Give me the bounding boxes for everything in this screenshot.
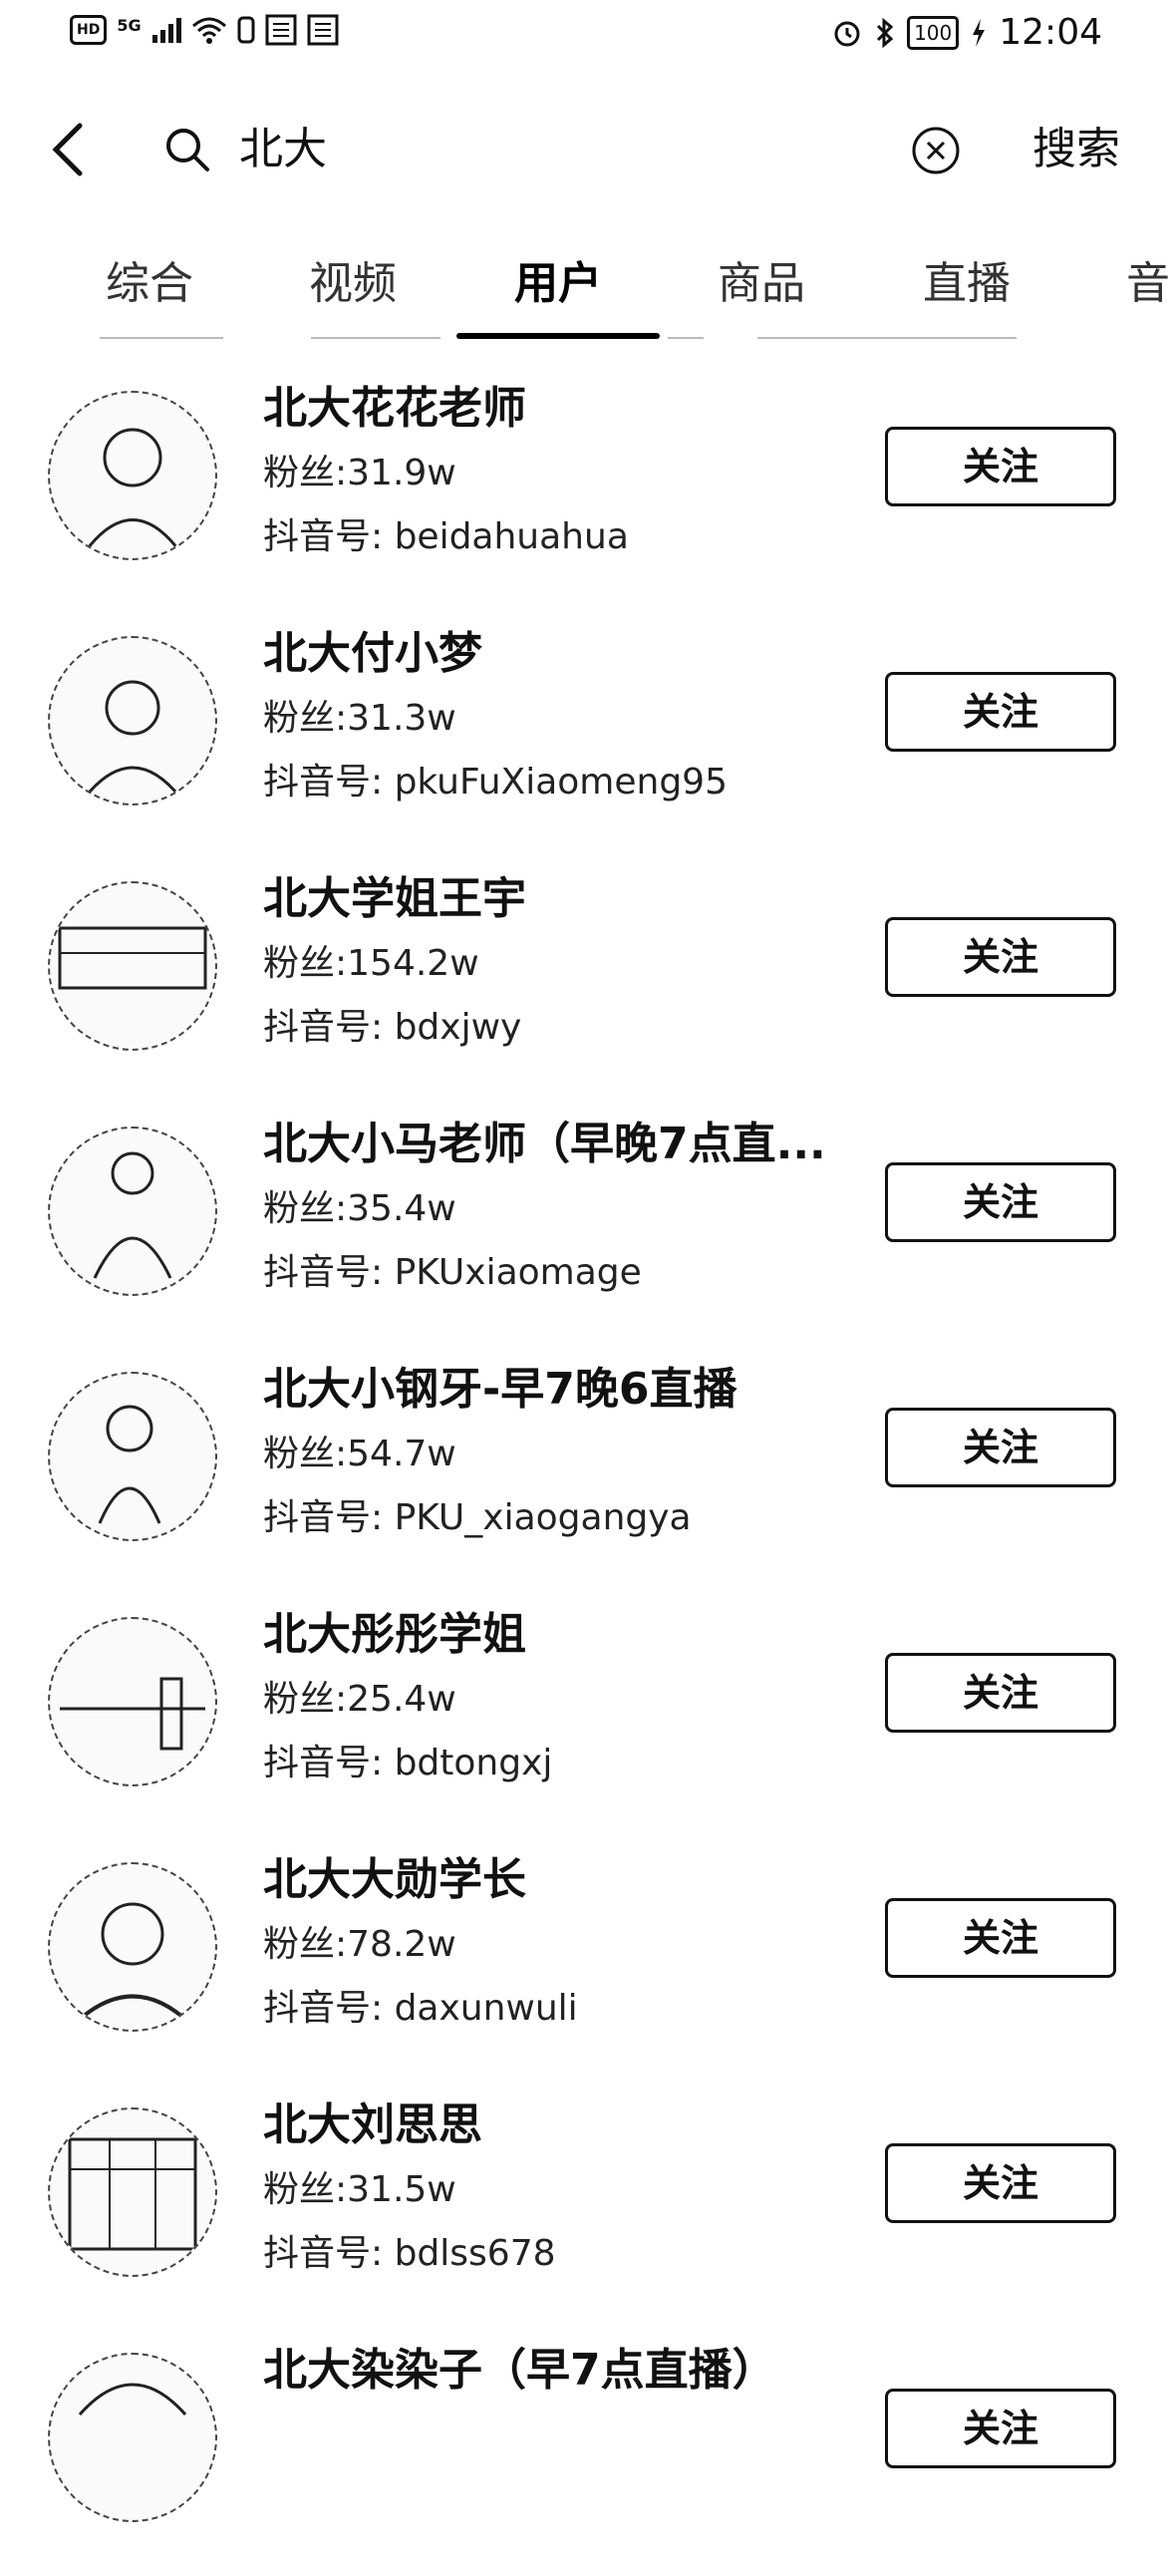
avatar[interactable] <box>48 881 217 1051</box>
avatar[interactable] <box>48 1862 217 2032</box>
follow-button[interactable]: 关注 <box>885 1898 1116 1978</box>
tab-live[interactable]: 直播 <box>923 249 1011 319</box>
douyin-id: 抖音号: PKU_xiaogangya <box>263 1497 692 1538</box>
fan-count: 粉丝:31.5w <box>263 2169 456 2210</box>
follow-button[interactable]: 关注 <box>885 1653 1116 1733</box>
follow-button[interactable]: 关注 <box>885 2389 1116 2468</box>
follow-button[interactable]: 关注 <box>885 1162 1116 1242</box>
list-item[interactable]: 北大刘思思 粉丝:31.5w 抖音号: bdlss678 关注 <box>0 2086 1172 2331</box>
tab-music[interactable]: 音 <box>1126 249 1170 319</box>
fan-count: 粉丝:31.9w <box>263 453 456 493</box>
list-item[interactable]: 北大小马老师（早晚7点直... 粉丝:35.4w 抖音号: PKUxiaomag… <box>0 1105 1172 1350</box>
follow-button[interactable]: 关注 <box>885 917 1116 997</box>
user-name: 北大小钢牙-早7晚6直播 <box>263 1364 737 1415</box>
user-name: 北大付小梦 <box>263 628 482 679</box>
avatar[interactable] <box>48 391 217 560</box>
app-notification-icon <box>265 14 297 46</box>
clear-input-icon[interactable] <box>911 126 961 175</box>
avatar[interactable] <box>48 2107 217 2277</box>
signal-icon <box>151 18 181 43</box>
battery-indicator: 100 <box>907 15 960 50</box>
signal-5g-label: 5G <box>117 15 142 35</box>
charging-icon <box>973 18 986 47</box>
user-name: 北大学姐王宇 <box>263 873 526 924</box>
sim-icon <box>237 16 255 44</box>
status-left: HD 5G <box>70 14 339 46</box>
list-item[interactable]: 北大花花老师 粉丝:31.9w 抖音号: beidahuahua 关注 <box>0 369 1172 614</box>
user-name: 北大花花老师 <box>263 383 526 434</box>
app-notification-icon-2 <box>307 14 339 46</box>
douyin-id: 抖音号: bdtongxj <box>263 1743 553 1783</box>
tab-videos[interactable]: 视频 <box>309 249 397 319</box>
status-bar: HD 5G 100 12:04 <box>0 0 1172 72</box>
list-item[interactable]: 北大小钢牙-早7晚6直播 粉丝:54.7w 抖音号: PKU_xiaogangy… <box>0 1350 1172 1595</box>
follow-button[interactable]: 关注 <box>885 1408 1116 1487</box>
avatar[interactable] <box>48 1372 217 1541</box>
alarm-icon <box>834 21 860 46</box>
search-input[interactable]: 北大 <box>239 120 327 179</box>
avatar[interactable] <box>48 1127 217 1296</box>
tab-users[interactable]: 用户 <box>514 249 602 319</box>
status-right: 100 12:04 <box>831 12 1102 53</box>
follow-button[interactable]: 关注 <box>885 427 1116 506</box>
clock: 12:04 <box>999 12 1102 53</box>
tab-divider <box>311 337 440 339</box>
avatar[interactable] <box>48 1617 217 1786</box>
user-name: 北大彤彤学姐 <box>263 1609 526 1660</box>
user-name: 北大刘思思 <box>263 2099 482 2150</box>
list-item[interactable]: 北大彤彤学姐 粉丝:25.4w 抖音号: bdtongxj 关注 <box>0 1595 1172 1840</box>
douyin-id: 抖音号: daxunwuli <box>263 1988 578 2029</box>
fan-count: 粉丝:54.7w <box>263 1434 456 1474</box>
back-arrow-icon[interactable] <box>46 122 94 177</box>
user-name: 北大小马老师（早晚7点直... <box>263 1119 826 1169</box>
fan-count: 粉丝:154.2w <box>263 943 479 984</box>
user-name: 北大大勋学长 <box>263 1854 526 1905</box>
douyin-id: 抖音号: bdxjwy <box>263 1007 522 1048</box>
search-icon <box>166 129 209 171</box>
list-item[interactable]: 北大付小梦 粉丝:31.3w 抖音号: pkuFuXiaomeng95 关注 <box>0 614 1172 859</box>
search-bar: 北大 搜索 <box>0 100 1172 199</box>
fan-count: 粉丝:25.4w <box>263 1679 456 1720</box>
tab-divider <box>100 337 223 339</box>
douyin-id: 抖音号: beidahuahua <box>263 516 629 557</box>
follow-button[interactable]: 关注 <box>885 2143 1116 2223</box>
list-item[interactable]: 北大大勋学长 粉丝:78.2w 抖音号: daxunwuli 关注 <box>0 1840 1172 2086</box>
active-tab-indicator <box>456 333 660 339</box>
fan-count: 粉丝:31.3w <box>263 698 456 739</box>
search-button[interactable]: 搜索 <box>1032 120 1120 179</box>
bluetooth-icon <box>877 17 894 48</box>
avatar[interactable] <box>48 636 217 805</box>
fan-count: 粉丝:35.4w <box>263 1188 456 1229</box>
tab-products[interactable]: 商品 <box>718 249 805 319</box>
wifi-icon <box>191 17 226 44</box>
avatar[interactable] <box>48 2353 217 2522</box>
tab-divider <box>668 337 704 339</box>
result-tabs: 综合 视频 用户 商品 直播 音 <box>0 249 1172 349</box>
douyin-id: 抖音号: pkuFuXiaomeng95 <box>263 762 728 803</box>
follow-button[interactable]: 关注 <box>885 672 1116 752</box>
list-item[interactable]: 北大学姐王宇 粉丝:154.2w 抖音号: bdxjwy 关注 <box>0 859 1172 1105</box>
hd-badge: HD <box>70 15 108 45</box>
tab-divider <box>757 337 1017 339</box>
list-item[interactable]: 北大染染子（早7点直播） 关注 <box>0 2331 1172 2576</box>
fan-count: 粉丝:78.2w <box>263 1924 456 1965</box>
douyin-id: 抖音号: PKUxiaomage <box>263 1252 642 1293</box>
tab-comprehensive[interactable]: 综合 <box>106 249 193 319</box>
user-name: 北大染染子（早7点直播） <box>263 2345 776 2396</box>
douyin-id: 抖音号: bdlss678 <box>263 2233 556 2274</box>
